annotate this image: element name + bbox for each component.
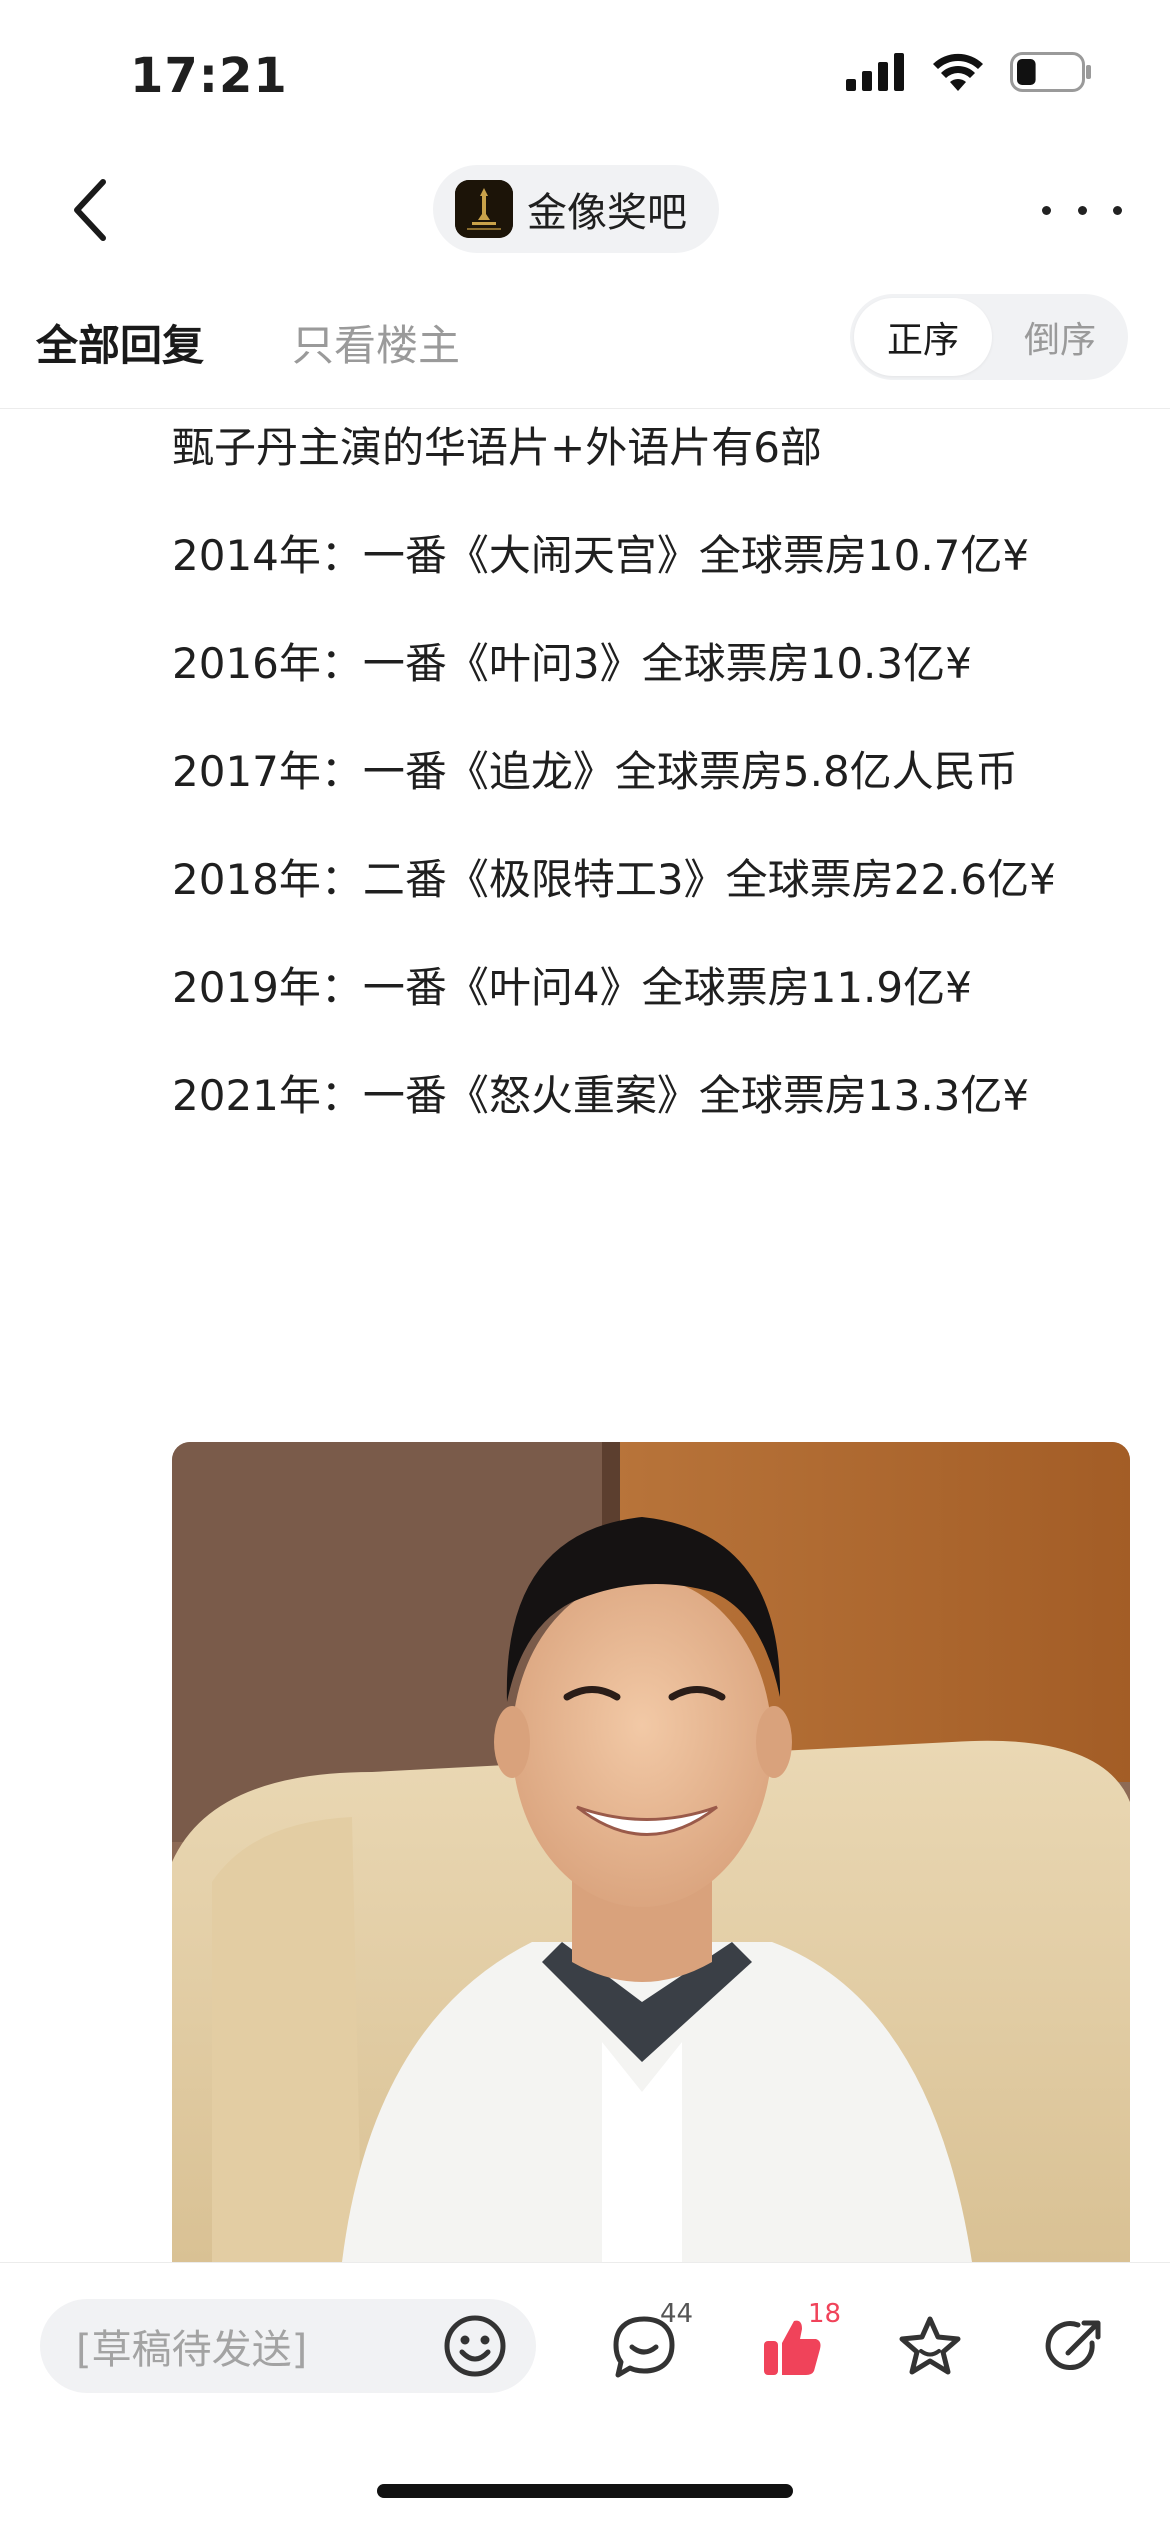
sort-toggle[interactable]: 正序 倒序 [850, 294, 1128, 380]
nav-bar: 金像奖吧 [0, 150, 1170, 270]
share-icon [1045, 2320, 1101, 2371]
status-bar: 17:21 [0, 0, 1170, 150]
status-icons [846, 52, 1092, 96]
like-count: 18 [808, 2299, 842, 2329]
like-button[interactable]: 18 [752, 2299, 841, 2387]
emoji-button[interactable] [440, 2311, 510, 2381]
forum-pill[interactable]: 金像奖吧 [433, 165, 719, 253]
post-line: 2016年：一番《叶问3》全球票房10.3亿¥ [172, 639, 972, 688]
post-line: 2014年：一番《大闹天宫》全球票房10.7亿¥ [172, 531, 1030, 580]
post-line: 2019年：一番《叶问4》全球票房11.9亿¥ [172, 963, 972, 1012]
more-icon-dot [1113, 205, 1122, 215]
favorite-button[interactable] [890, 2307, 970, 2387]
forum-name: 金像奖吧 [527, 190, 687, 236]
share-button[interactable] [1034, 2307, 1114, 2387]
tab-all-replies[interactable]: 全部回复 [36, 312, 204, 373]
forum-logo [455, 180, 513, 238]
home-indicator[interactable] [377, 2484, 793, 2498]
more-icon-dot [1042, 205, 1051, 215]
sort-descending-button[interactable]: 倒序 [992, 311, 1128, 363]
star-icon [899, 2316, 961, 2375]
post-line: 2018年：二番《极限特工3》全球票房22.6亿¥ [172, 855, 1056, 904]
reply-input[interactable]: [草稿待发送] [40, 2299, 536, 2393]
signal-icon [846, 53, 906, 95]
emoji-icon [444, 2315, 506, 2377]
post-body: 甄子丹主演的华语片+外语片有6部 2014年：一番《大闹天宫》全球票房10.7亿… [172, 412, 1132, 1168]
battery-icon [1010, 52, 1092, 96]
post-line: 2017年：一番《追龙》全球票房5.8亿人民币 [172, 747, 1018, 796]
post-line: 2021年：一番《怒火重案》全球票房13.3亿¥ [172, 1071, 1030, 1120]
wifi-icon [932, 53, 984, 95]
post-image[interactable] [172, 1442, 1130, 2262]
filter-bar: 全部回复 只看楼主 正序 倒序 [0, 282, 1170, 409]
back-button[interactable] [56, 175, 126, 245]
back-icon [74, 179, 106, 241]
sort-ascending-button[interactable]: 正序 [854, 298, 992, 376]
more-icon-dot [1077, 205, 1087, 215]
more-button[interactable] [1042, 185, 1122, 235]
comment-button[interactable]: 44 [604, 2299, 693, 2387]
post-line: 甄子丹主演的华语片+外语片有6部 [172, 423, 822, 472]
status-time: 17:21 [130, 48, 288, 104]
comment-count: 44 [660, 2299, 694, 2329]
tab-op-only[interactable]: 只看楼主 [292, 312, 460, 373]
reply-input-placeholder: [草稿待发送] [76, 2327, 308, 2373]
